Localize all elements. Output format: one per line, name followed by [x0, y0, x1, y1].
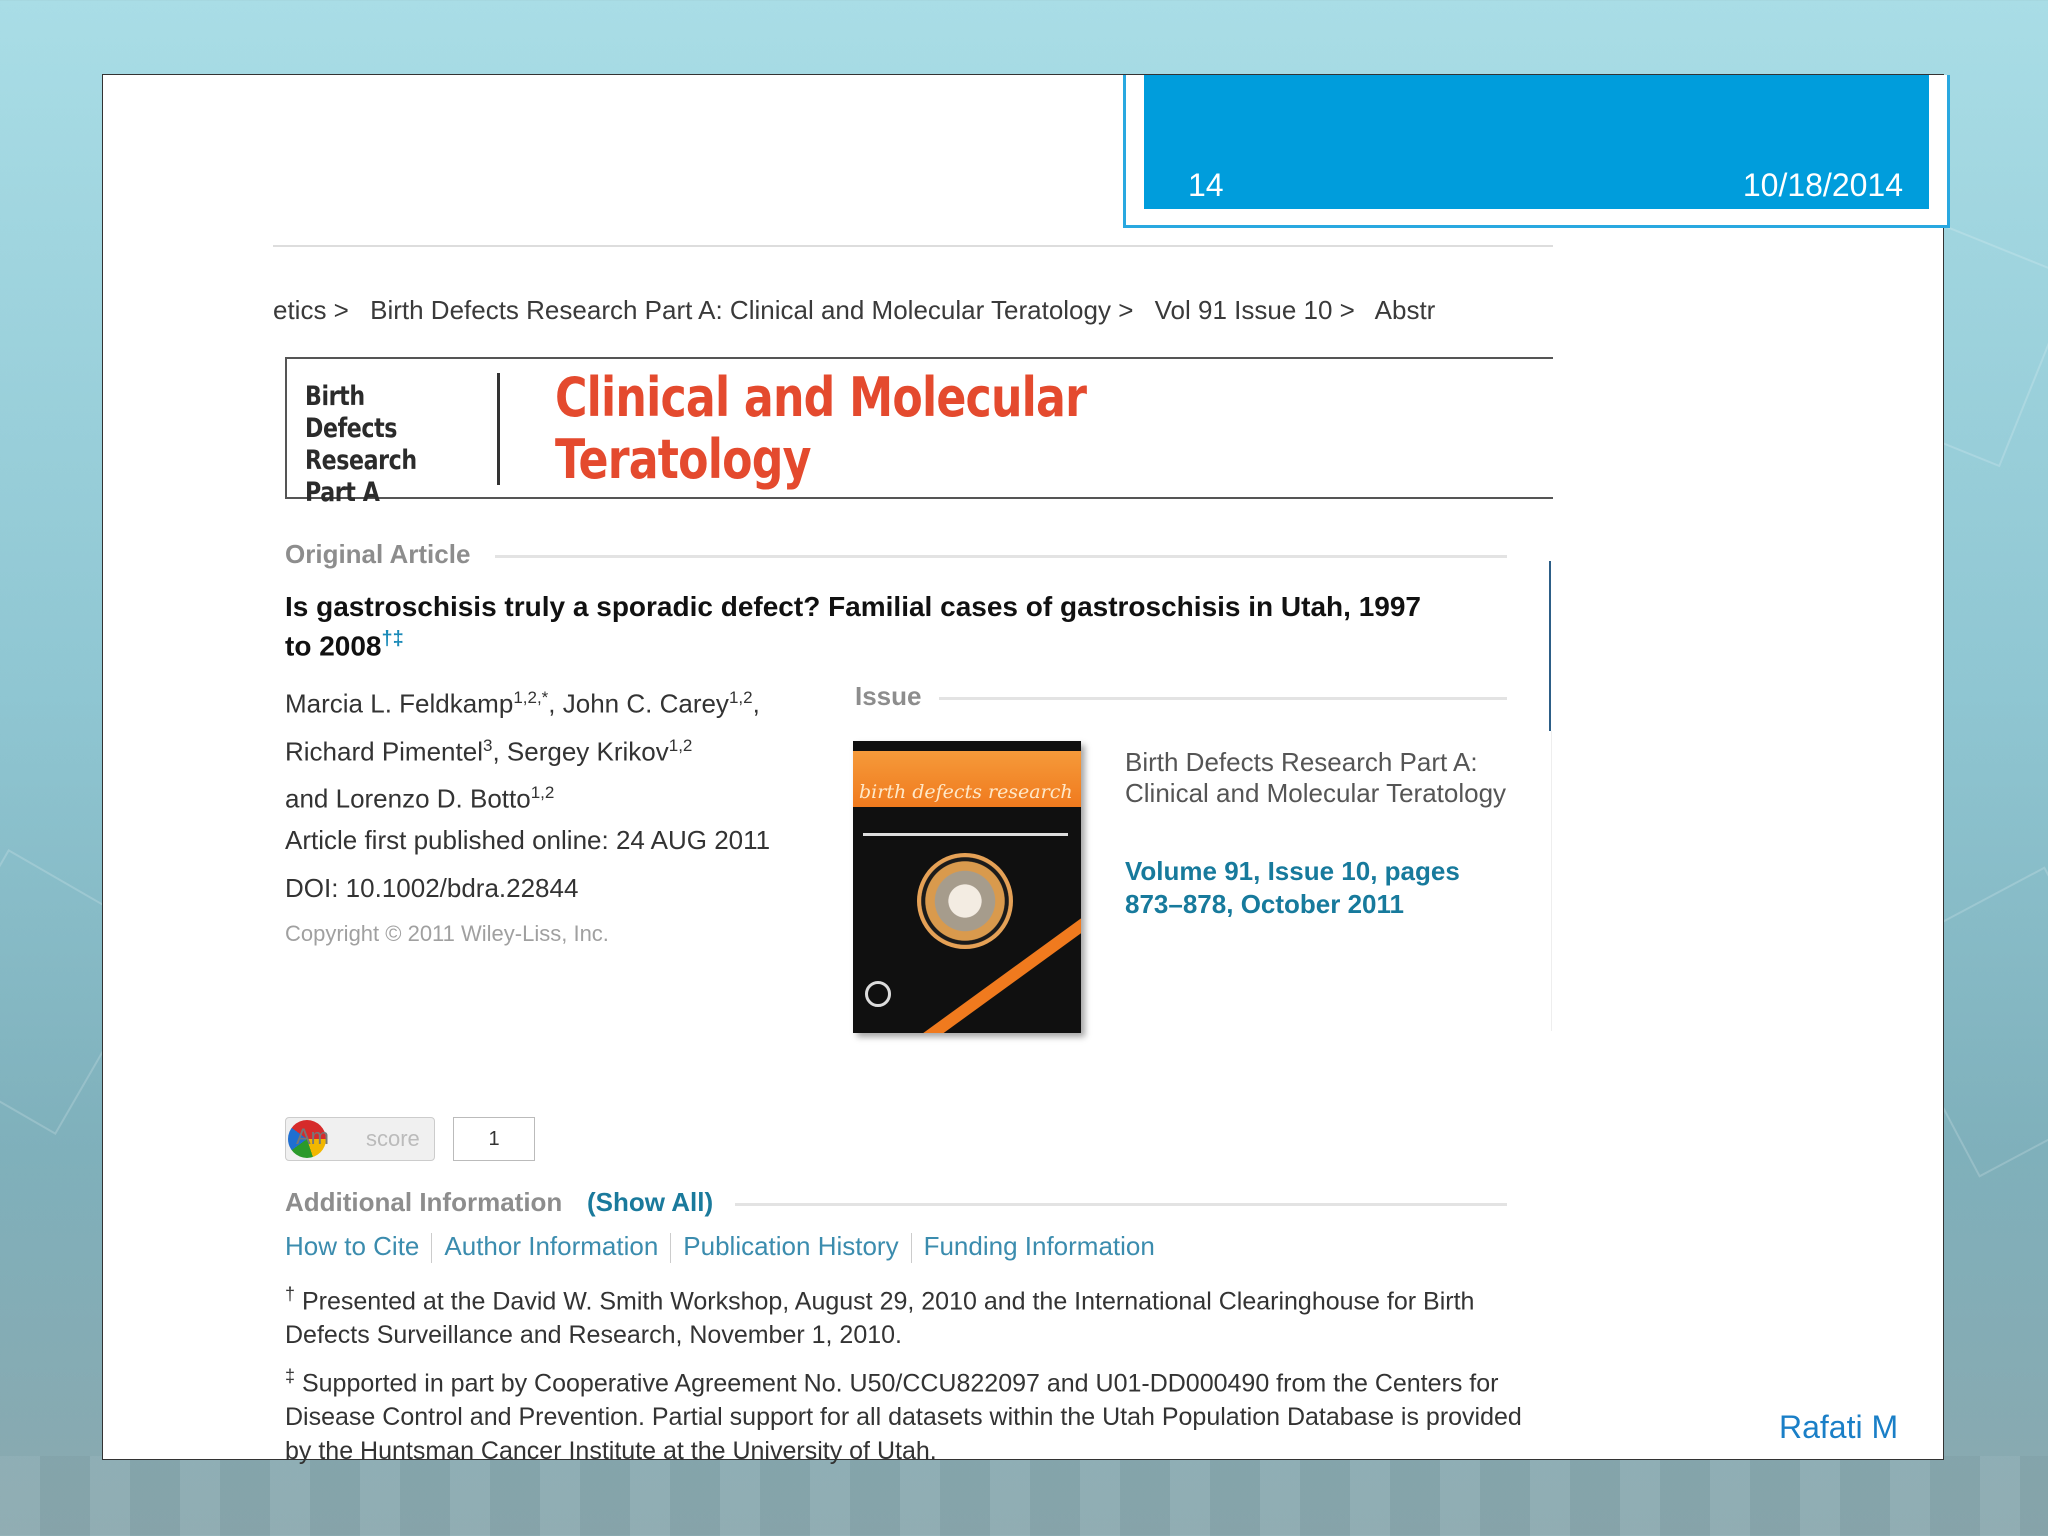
publication-date: Article first published online: 24 AUG 2… — [285, 825, 771, 855]
tab-publication-history[interactable]: Publication History — [683, 1231, 898, 1261]
cover-band: birth defects research — [853, 751, 1081, 807]
author-affiliation: 1,2 — [530, 783, 555, 803]
slide-header: 14 10/18/2014 — [1123, 75, 1950, 228]
section-label-issue: Issue — [855, 681, 922, 711]
author-list: Marcia L. Feldkamp1,2,*, John C. Carey1,… — [285, 677, 760, 820]
section-rule — [939, 697, 1507, 700]
article-screenshot: etics > Birth Defects Research Part A: C… — [273, 245, 1553, 1475]
slide-footer-author: Rafati M — [1779, 1409, 1899, 1445]
breadcrumb-item-journal[interactable]: Birth Defects Research Part A: Clinical … — [370, 295, 1133, 325]
breadcrumb-item[interactable]: etics > — [273, 295, 349, 325]
issue-date-link[interactable]: October 2011 — [1241, 889, 1404, 919]
author-name[interactable]: Marcia L. Feldkamp — [285, 689, 513, 719]
journal-banner: Birth Defects Research Part A Clinical a… — [285, 357, 1553, 508]
author-line: and Lorenzo D. Botto1,2 — [285, 772, 760, 820]
slide-date: 10/18/2014 — [1742, 167, 1903, 203]
issue-link: Volume 91, Issue 10, pages 873–878, Octo… — [1125, 856, 1460, 919]
author-name[interactable]: John C. Carey — [563, 689, 729, 719]
altmetric-score: 1 — [453, 1117, 535, 1161]
section-rule — [735, 1203, 1507, 1206]
tab-separator — [910, 1233, 912, 1264]
journal-series-name: Birth Defects Research Part A — [305, 381, 436, 509]
author-separator: , — [492, 736, 507, 767]
author-affiliation: 1,2 — [668, 735, 693, 755]
footnote-mark: ‡ — [285, 1366, 296, 1386]
footnote-text: Presented at the David W. Smith Workshop… — [285, 1287, 1475, 1350]
tab-separator — [670, 1233, 672, 1264]
altmetric-badge[interactable]: Am score — [285, 1117, 435, 1161]
cover-title: birth defects research — [859, 781, 1073, 803]
breadcrumb-item-issue[interactable]: Vol 91 Issue 10 > — [1155, 295, 1355, 325]
breadcrumb-item-abstract[interactable]: Abstr — [1375, 295, 1436, 325]
cover-logo — [865, 981, 891, 1007]
author-affiliation: 1,2 — [728, 688, 753, 707]
column-divider — [1551, 731, 1552, 1031]
cover-emblem — [917, 853, 1013, 949]
journal-title-line: Teratology — [555, 428, 811, 491]
journal-title-line: Clinical and Molecular — [555, 366, 1087, 429]
journal-cover-image[interactable]: birth defects research — [853, 741, 1081, 1033]
footnote: † Presented at the David W. Smith Worksh… — [285, 1277, 1535, 1352]
slide-number: 14 — [1188, 167, 1224, 203]
journal-title: Clinical and Molecular Teratology — [555, 366, 1087, 491]
top-rule — [273, 245, 1553, 247]
copyright: Copyright © 2011 Wiley-Liss, Inc. — [285, 921, 609, 946]
author-separator: , — [548, 688, 563, 719]
breadcrumb: etics > Birth Defects Research Part A: C… — [273, 295, 1449, 326]
altmetric-score-label: score — [366, 1126, 420, 1151]
author-separator: , — [752, 688, 760, 719]
altmetric-badge-label: Am — [296, 1124, 329, 1149]
tab-separator — [431, 1233, 433, 1264]
journal-series-line: Part A — [305, 477, 380, 508]
cover-subtitle-line — [863, 833, 1068, 836]
section-rule — [495, 555, 1507, 558]
article-title-text: Is gastroschisis truly a sporadic defect… — [285, 591, 1421, 662]
tab-funding-information[interactable]: Funding Information — [924, 1231, 1155, 1261]
banner-divider — [497, 373, 500, 485]
article-title: Is gastroschisis truly a sporadic defect… — [285, 591, 1435, 662]
scroll-indicator — [1549, 561, 1551, 731]
footnote-marks[interactable]: †‡ — [382, 628, 404, 650]
author-name[interactable]: Richard Pimentel — [285, 736, 483, 766]
footnote-mark: † — [285, 1284, 296, 1304]
journal-series-line: Birth Defects — [305, 381, 398, 444]
tab-author-information[interactable]: Author Information — [444, 1231, 658, 1261]
issue-journal-name: Birth Defects Research Part A: Clinical … — [1125, 747, 1507, 808]
author-name[interactable]: and Lorenzo D. Botto — [285, 784, 531, 814]
author-line: Richard Pimentel3, Sergey Krikov1,2 — [285, 725, 760, 773]
author-line: Marcia L. Feldkamp1,2,*, John C. Carey1,… — [285, 677, 760, 725]
footnote-text: Supported in part by Cooperative Agreeme… — [285, 1369, 1522, 1466]
footnote: ‡ Supported in part by Cooperative Agree… — [285, 1359, 1535, 1468]
section-label-additional-info: Additional Information — [285, 1187, 563, 1217]
section-label-original-article: Original Article — [285, 539, 471, 569]
author-name[interactable]: Sergey Krikov — [507, 736, 669, 766]
additional-info-tabs: How to Cite Author Information Publication… — [285, 1231, 1155, 1264]
slide: 14 10/18/2014 etics > Birth Defects Rese… — [102, 74, 1950, 1465]
tab-how-to-cite[interactable]: How to Cite — [285, 1231, 419, 1261]
issue-number-link[interactable]: Issue 10 — [1268, 856, 1371, 886]
doi: DOI: 10.1002/bdra.22844 — [285, 873, 579, 903]
volume-link[interactable]: Volume 91 — [1125, 856, 1253, 886]
author-affiliation: 1,2,* — [513, 688, 549, 707]
show-all-link[interactable]: (Show All) — [587, 1187, 713, 1218]
slide-header-band: 14 10/18/2014 — [1144, 75, 1929, 209]
journal-series-line: Research — [305, 445, 417, 476]
